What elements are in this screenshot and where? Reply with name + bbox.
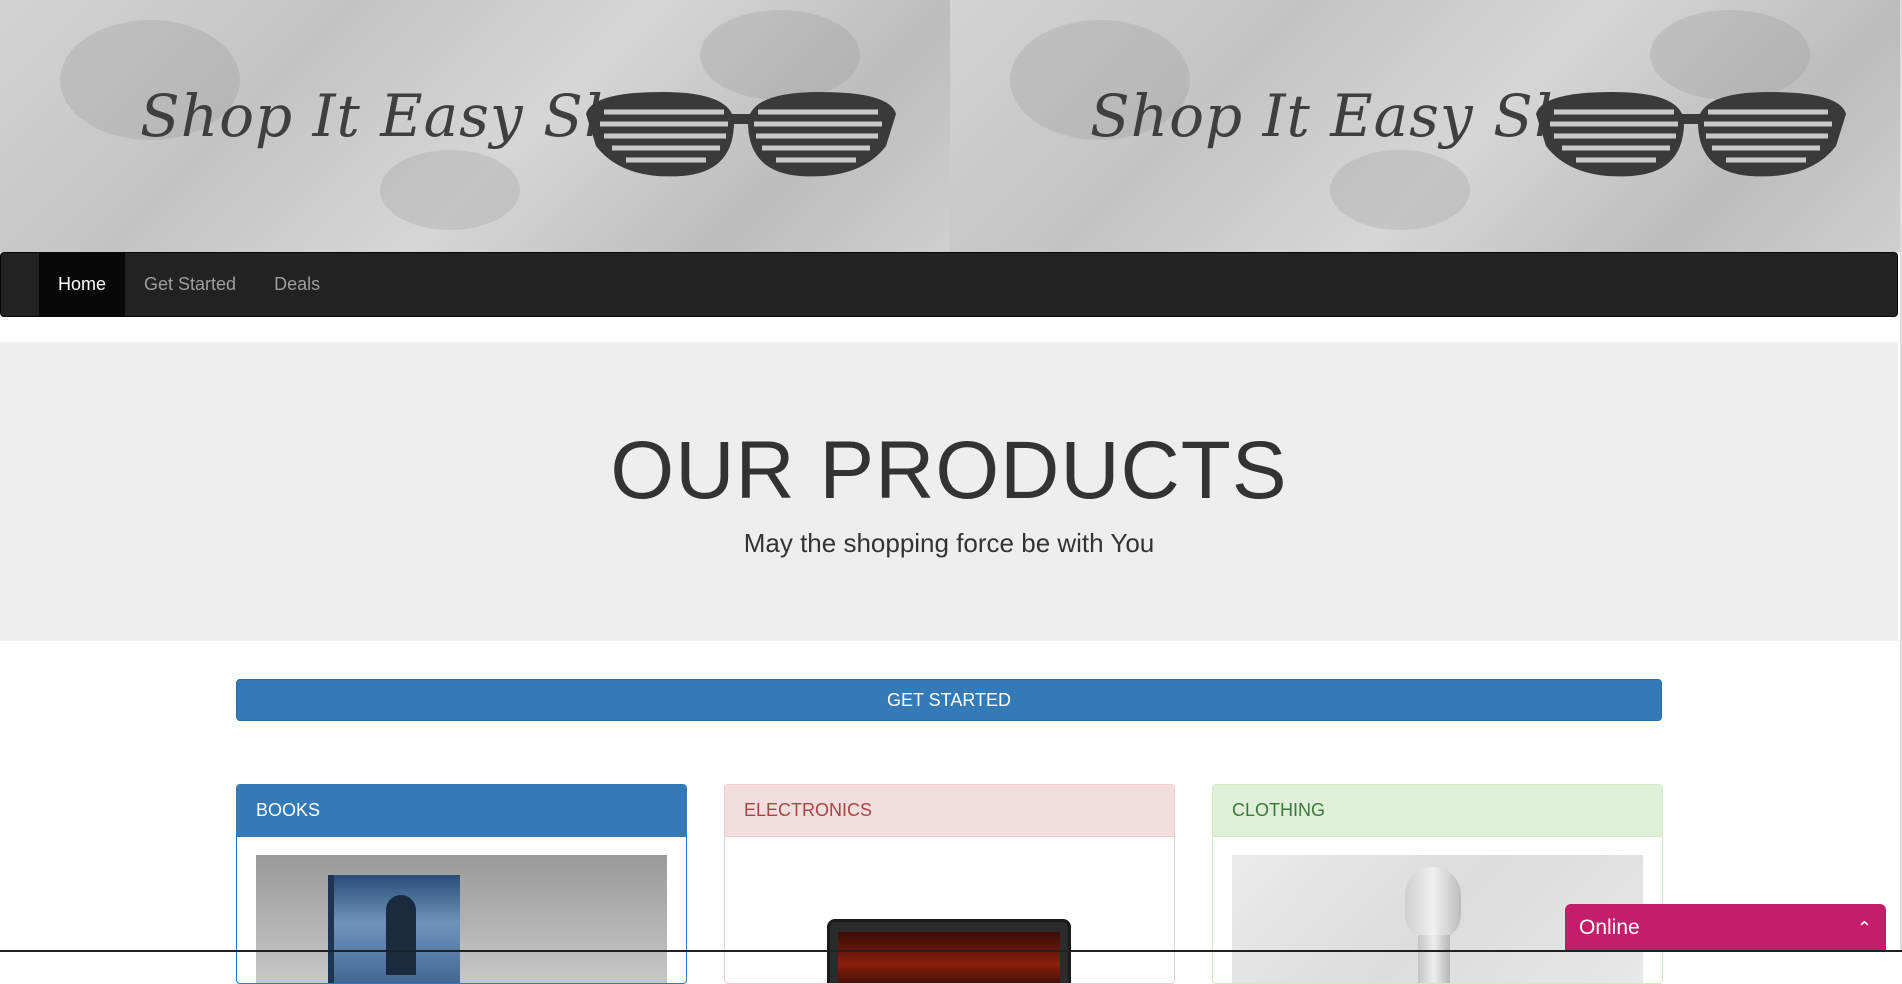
get-started-button[interactable]: GET STARTED	[236, 679, 1662, 721]
books-image[interactable]	[256, 855, 667, 983]
nav-item-deals[interactable]: Deals	[255, 253, 339, 316]
mannequin-neck-graphic	[1418, 935, 1450, 983]
category-panel-electronics[interactable]: ELECTRONICS	[724, 784, 1175, 984]
panel-heading-electronics[interactable]: ELECTRONICS	[725, 785, 1174, 837]
banner-tile-right: Shop It Easy Shop	[950, 0, 1900, 252]
electronics-image[interactable]	[744, 855, 1155, 983]
nav-item-home[interactable]: Home	[39, 253, 126, 316]
panel-heading-books[interactable]: BOOKS	[237, 785, 686, 837]
panel-heading-clothing[interactable]: CLOTHING	[1213, 785, 1662, 837]
category-panel-books[interactable]: BOOKS	[236, 784, 687, 984]
chat-widget[interactable]: Online ⌃	[1565, 904, 1886, 952]
hero-section: OUR PRODUCTS May the shopping force be w…	[0, 342, 1898, 641]
main-navbar: Home Get Started Deals	[0, 252, 1898, 317]
mannequin-head-graphic	[1405, 867, 1461, 939]
chevron-up-icon[interactable]: ⌃	[1857, 918, 1872, 939]
book-figure-graphic	[386, 895, 416, 975]
site-banner: Shop It Easy Shop Shop It Easy Shop	[0, 0, 1902, 252]
category-panel-clothing[interactable]: CLOTHING	[1212, 784, 1663, 984]
banner-tile-left: Shop It Easy Shop	[0, 0, 950, 252]
nav-item-get-started[interactable]: Get Started	[125, 253, 255, 316]
sunglasses-icon	[586, 92, 896, 177]
page-subtitle: May the shopping force be with You	[743, 528, 1155, 558]
page-title: OUR PRODUCTS	[610, 425, 1288, 516]
sunglasses-icon	[1536, 92, 1846, 177]
laptop-screen	[838, 932, 1060, 983]
chat-status-label: Online	[1579, 916, 1640, 939]
